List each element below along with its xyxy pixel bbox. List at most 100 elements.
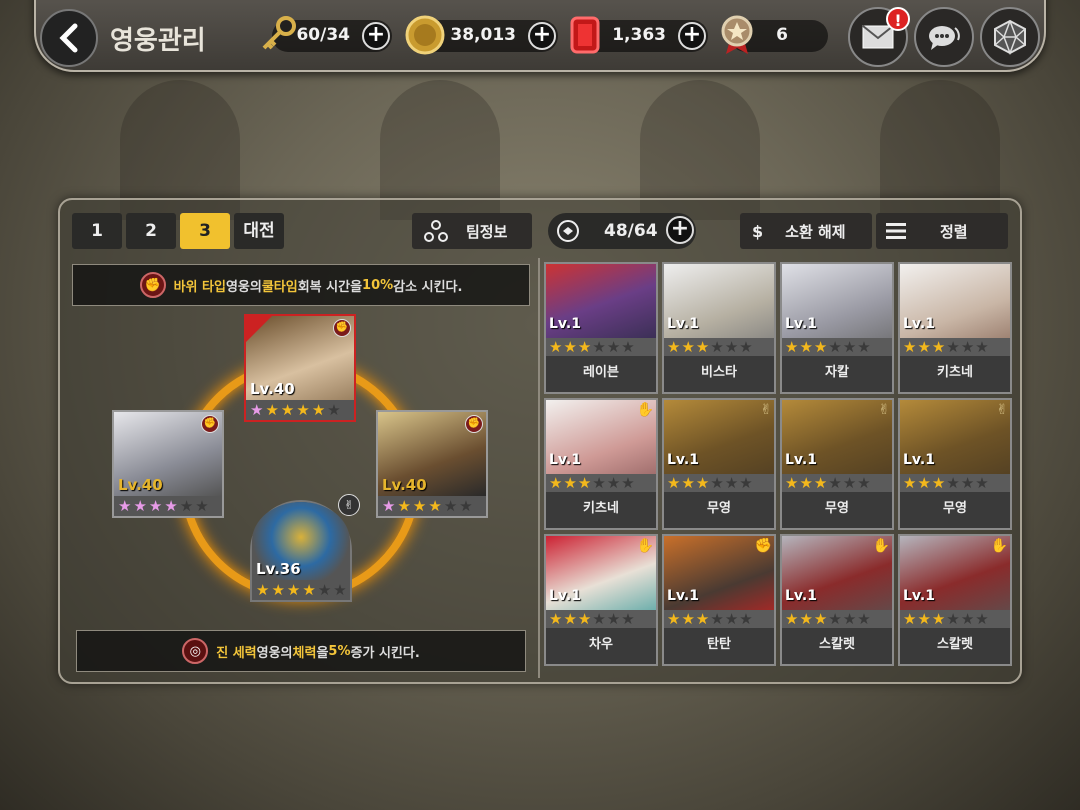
- chat-button[interactable]: [914, 7, 974, 67]
- hero-card[interactable]: ✋ Lv.1 ★ ★ ★ ★ ★ ★ 스칼렛: [898, 534, 1012, 666]
- star-icon: ★: [549, 610, 563, 628]
- star-icon: ★: [667, 610, 681, 628]
- mail-button[interactable]: !: [848, 7, 910, 67]
- tab-team-3[interactable]: 3: [180, 213, 230, 249]
- hero-card[interactable]: ✌ Lv.1 ★ ★ ★ ★ ★ ★ 무영: [662, 398, 776, 530]
- team-member-card[interactable]: ✊ Lv.40 ★ ★ ★ ★ ★ ★: [376, 410, 488, 518]
- gold-resource: 38,013 +: [405, 15, 558, 55]
- hero-card[interactable]: ✊ Lv.1 ★ ★ ★ ★ ★ ★ 탄탄: [662, 534, 776, 666]
- star-icon: ★: [917, 610, 931, 628]
- hero-card[interactable]: ✋ Lv.1 ★ ★ ★ ★ ★ ★ 스칼렛: [780, 534, 894, 666]
- hero-card[interactable]: Lv.1 ★ ★ ★ ★ ★ ★ 자칼: [780, 262, 894, 394]
- star-icon: ★: [903, 474, 917, 492]
- team-bonus-top: ✊ 바위 타입 영웅의 쿨타임 회복 시간을 10% 감소 시킨다.: [72, 264, 530, 306]
- add-gold-button[interactable]: +: [528, 22, 556, 50]
- dismiss-label: 소환 해제: [785, 222, 846, 241]
- star-icon: ★: [695, 474, 710, 492]
- star-icon: ★: [311, 401, 326, 419]
- member-level: Lv.40: [250, 380, 295, 398]
- menu-dice-button[interactable]: [980, 7, 1040, 67]
- star-empty-icon: ★: [857, 474, 871, 492]
- back-button[interactable]: [40, 9, 98, 67]
- team-member-card[interactable]: ✊ Lv.40 ★ ★ ★ ★ ★ ★: [112, 410, 224, 518]
- medal-value: 6: [776, 25, 788, 45]
- faction-emblem-icon: ◎: [182, 638, 209, 664]
- team-info-button[interactable]: 팀정보: [412, 213, 532, 249]
- star-icon: ★: [785, 338, 799, 356]
- hero-stars: ★ ★ ★ ★ ★ ★: [900, 474, 1010, 492]
- team-bonus-bottom: ◎ 진 세력 영웅의 체력 을 5% 증가 시킨다.: [76, 630, 526, 672]
- hero-count-pill: 48/64 +: [548, 213, 696, 249]
- hero-card[interactable]: Lv.1 ★ ★ ★ ★ ★ ★ 키츠네: [898, 262, 1012, 394]
- add-keys-button[interactable]: +: [362, 22, 390, 50]
- rock-element-icon: ✊: [754, 538, 772, 554]
- team-member-card[interactable]: ✊ Lv.40 ★ ★ ★ ★ ★ ★: [244, 314, 356, 422]
- star-icon: ★: [903, 338, 917, 356]
- star-empty-icon: ★: [857, 338, 871, 356]
- tab-team-2[interactable]: 2: [126, 213, 176, 249]
- star-empty-icon: ★: [842, 338, 857, 356]
- star-icon: ★: [549, 474, 563, 492]
- hero-card[interactable]: ✋ Lv.1 ★ ★ ★ ★ ★ ★ 키츠네: [544, 398, 658, 530]
- hero-level: Lv.1: [903, 316, 935, 332]
- star-empty-icon: ★: [946, 474, 960, 492]
- star-icon: ★: [931, 338, 946, 356]
- star-empty-icon: ★: [946, 610, 960, 628]
- star-icon: ★: [148, 497, 163, 515]
- hero-card[interactable]: Lv.1 ★ ★ ★ ★ ★ ★ 레이븐: [544, 262, 658, 394]
- star-empty-icon: ★: [195, 497, 209, 515]
- star-empty-icon: ★: [606, 338, 621, 356]
- hero-name: 키츠네: [900, 356, 1010, 392]
- hero-stars: ★ ★ ★ ★ ★ ★: [664, 338, 774, 356]
- bonus-bottom-part-d: 을: [316, 645, 329, 661]
- star-icon: ★: [799, 610, 813, 628]
- hero-card[interactable]: ✌ Lv.1 ★ ★ ★ ★ ★ ★ 무영: [780, 398, 894, 530]
- hero-stars: ★ ★ ★ ★ ★ ★: [664, 610, 774, 628]
- star-icon: ★: [917, 338, 931, 356]
- hero-card[interactable]: ✌ Lv.1 ★ ★ ★ ★ ★ ★ 무영: [898, 398, 1012, 530]
- dismiss-button[interactable]: $ 소환 해제: [740, 213, 872, 249]
- member-stars: ★ ★ ★ ★ ★ ★: [378, 496, 486, 516]
- star-empty-icon: ★: [710, 610, 724, 628]
- star-empty-icon: ★: [710, 338, 724, 356]
- hero-card[interactable]: ✋ Lv.1 ★ ★ ★ ★ ★ ★ 차우: [544, 534, 658, 666]
- star-empty-icon: ★: [975, 338, 989, 356]
- sort-button[interactable]: 정렬: [876, 213, 1008, 249]
- chat-bubble-icon: [929, 26, 960, 50]
- star-empty-icon: ★: [842, 474, 857, 492]
- star-icon: ★: [695, 610, 710, 628]
- hero-stars: ★ ★ ★ ★ ★ ★: [782, 610, 892, 628]
- keys-value: 60/34: [296, 25, 350, 45]
- star-empty-icon: ★: [317, 581, 332, 599]
- star-icon: ★: [133, 497, 147, 515]
- hero-portrait: ✊ Lv.40: [114, 412, 222, 496]
- hero-level: Lv.1: [549, 316, 581, 332]
- hero-name: 비스타: [664, 356, 774, 392]
- star-icon: ★: [563, 338, 577, 356]
- tab-team-1[interactable]: 1: [72, 213, 122, 249]
- scissors-element-icon: ✌: [878, 402, 890, 418]
- tab-battle[interactable]: 대전: [234, 213, 284, 249]
- star-icon: ★: [563, 610, 577, 628]
- bonus-top-part-e: 10%: [362, 277, 394, 293]
- hero-card[interactable]: Lv.1 ★ ★ ★ ★ ★ ★ 비스타: [662, 262, 776, 394]
- star-empty-icon: ★: [592, 610, 606, 628]
- paper-element-icon: ✋: [636, 538, 654, 554]
- hero-portrait: ✊ Lv.40: [246, 316, 354, 400]
- paper-element-icon: ✋: [990, 538, 1008, 554]
- sort-label: 정렬: [940, 222, 968, 241]
- star-icon: ★: [286, 581, 301, 599]
- dollar-icon: $: [752, 221, 764, 241]
- star-empty-icon: ★: [828, 338, 842, 356]
- star-icon: ★: [302, 581, 316, 599]
- add-hero-slot-button[interactable]: +: [666, 216, 694, 244]
- hero-stars: ★ ★ ★ ★ ★ ★: [900, 338, 1010, 356]
- hero-level: Lv.1: [549, 588, 581, 604]
- scissors-element-icon: ✌: [338, 494, 360, 516]
- star-empty-icon: ★: [960, 474, 975, 492]
- add-ruby-button[interactable]: +: [678, 22, 706, 50]
- ruby-icon: [570, 16, 600, 54]
- hero-stars: ★ ★ ★ ★ ★ ★: [664, 474, 774, 492]
- team-member-card[interactable]: Lv.36 ★ ★ ★ ★ ★ ★: [250, 500, 352, 602]
- team-nodes-icon: [424, 220, 448, 242]
